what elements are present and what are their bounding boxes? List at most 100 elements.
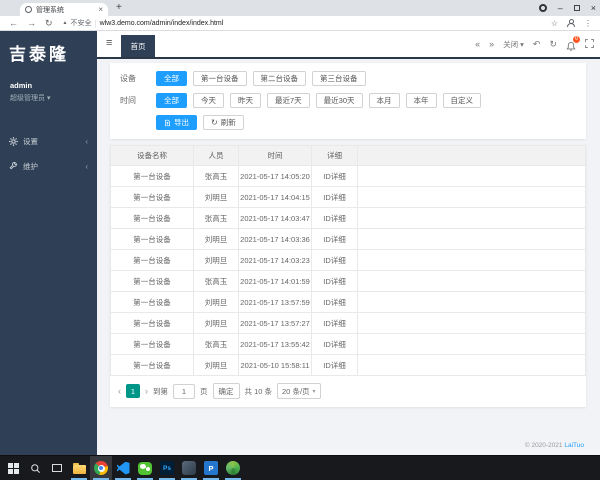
brand-link[interactable]: LaiTuo: [564, 442, 584, 449]
taskbar-search-button[interactable]: [24, 456, 46, 480]
url-field[interactable]: ▲ 不安全 | wlw3.demo.com/admin/index/index.…: [63, 18, 551, 28]
security-label: 不安全: [70, 20, 92, 27]
total-count-label: 共 10 条: [244, 386, 273, 396]
device-option-2[interactable]: 第二台设备: [252, 71, 306, 86]
cell-detail-link[interactable]: ID详细: [311, 291, 358, 313]
bookmark-star-icon[interactable]: ☆: [551, 19, 558, 28]
close-tabs-dropdown[interactable]: 关闭 ▾: [503, 39, 524, 50]
goto-confirm-button[interactable]: 确定: [212, 383, 240, 399]
admin-app-window: 吉泰隆 admin 超级管理员 ▾ 设置 ‹ 维护 ‹ ≡ 首页 « » 关闭 …: [0, 31, 600, 455]
goto-page-input[interactable]: 1: [173, 383, 195, 399]
taskbar-chrome[interactable]: [90, 456, 112, 480]
time-option-2[interactable]: 昨天: [230, 93, 261, 108]
window-minimize-button[interactable]: –: [558, 3, 563, 13]
taskbar-file-explorer[interactable]: [68, 456, 90, 480]
data-table-card: 设备名称 人员 时间 详细 第一台设备 张高玉 2021-05-17 14:05:2…: [110, 145, 586, 407]
time-option-4[interactable]: 最近30天: [315, 93, 363, 108]
page-prev-icon[interactable]: ‹: [118, 386, 121, 396]
cell-detail-link[interactable]: ID详细: [311, 228, 358, 250]
browser-reload-icon[interactable]: ↻: [45, 18, 53, 28]
sidebar-item-settings[interactable]: 设置 ‹: [0, 129, 97, 154]
cell-detail-link[interactable]: ID详细: [311, 312, 358, 334]
taskbar-wechat[interactable]: [134, 456, 156, 480]
browser-user-icon[interactable]: [567, 19, 575, 27]
cell-detail-link[interactable]: ID详细: [311, 207, 358, 229]
browser-tab[interactable]: 管理系统 ×: [20, 3, 108, 16]
tab-scroll-left-icon[interactable]: «: [475, 39, 480, 49]
wrench-icon: [9, 162, 17, 170]
goto-suffix-label: 页: [200, 386, 208, 396]
device-option-3[interactable]: 第三台设备: [312, 71, 366, 86]
app-logo: 吉泰隆: [9, 45, 69, 64]
copyright-text: © 2020-2021: [524, 442, 563, 449]
cell-detail-link[interactable]: ID详细: [311, 165, 358, 187]
browser-tab-strip: 管理系统 × + – ×: [0, 0, 600, 16]
device-option-1[interactable]: 第一台设备: [193, 71, 247, 86]
taskbar-app-dark[interactable]: [178, 456, 200, 480]
refresh-label: 刷新: [220, 118, 236, 127]
taskbar-app-p[interactable]: P: [200, 456, 222, 480]
table-row: 第一台设备 刘明旦 2021-05-17 13:57:59 ID详细: [110, 291, 586, 313]
cell-time: 2021-05-10 15:58:11: [238, 354, 312, 376]
page-next-icon[interactable]: ›: [145, 386, 148, 396]
taskbar-app-green[interactable]: [222, 456, 244, 480]
fullscreen-icon[interactable]: [585, 35, 594, 53]
new-tab-button[interactable]: +: [116, 2, 122, 13]
cell-device-name: 第一台设备: [110, 312, 194, 334]
cell-filler: [357, 228, 586, 250]
tab-home[interactable]: 首页: [121, 35, 155, 57]
tab-close-icon[interactable]: ×: [98, 5, 103, 14]
cell-person: 张高玉: [193, 270, 239, 292]
browser-back-icon[interactable]: ←: [9, 18, 18, 28]
browser-menu-icon[interactable]: ⋮: [584, 19, 592, 28]
start-button[interactable]: [2, 456, 24, 480]
refresh-button[interactable]: ↻ 刷新: [203, 115, 244, 130]
time-option-1[interactable]: 今天: [193, 93, 224, 108]
time-option-3[interactable]: 最近7天: [267, 93, 310, 108]
cell-person: 刘明旦: [193, 228, 239, 250]
browser-forward-icon[interactable]: →: [27, 18, 36, 28]
tab-scroll-right-icon[interactable]: »: [489, 39, 494, 49]
windows-taskbar: Ps P: [0, 455, 600, 480]
sidebar-item-maintenance[interactable]: 维护 ‹: [0, 154, 97, 179]
time-option-6[interactable]: 本年: [405, 93, 437, 108]
sidebar-menu: 设置 ‹ 维护 ‹: [0, 129, 97, 179]
cell-device-name: 第一台设备: [110, 270, 194, 292]
page-number-current[interactable]: 1: [126, 384, 140, 398]
username: admin: [10, 81, 33, 90]
cell-detail-link[interactable]: ID详细: [311, 270, 358, 292]
cell-device-name: 第一台设备: [110, 207, 194, 229]
notification-bell-icon[interactable]: 0: [566, 35, 580, 51]
screen: 管理系统 × + – × ← → ↻ ▲ 不安全 | wlw3.demo.com…: [0, 0, 600, 480]
taskbar-photoshop[interactable]: Ps: [156, 456, 178, 480]
green-app-icon: [226, 461, 240, 475]
time-option-0[interactable]: 全部: [156, 93, 187, 108]
browser-profile-icon[interactable]: [538, 4, 547, 12]
cell-filler: [357, 270, 586, 292]
cell-detail-link[interactable]: ID详细: [311, 354, 358, 376]
user-role-dropdown[interactable]: 超级管理员 ▾: [10, 93, 97, 103]
cell-time: 2021-05-17 14:03:36: [238, 228, 312, 250]
taskbar-vscode[interactable]: [112, 456, 134, 480]
favicon-globe-icon: [25, 6, 32, 13]
time-option-5[interactable]: 本月: [368, 93, 400, 108]
top-navbar: ≡ 首页 « » 关闭 ▾ ↶ ↻ 0: [97, 31, 600, 59]
window-close-button[interactable]: ×: [591, 3, 596, 13]
cell-person: 张高玉: [193, 165, 239, 187]
photoshop-icon: Ps: [160, 461, 174, 475]
page-refresh-icon[interactable]: ↻: [549, 39, 557, 49]
time-option-7[interactable]: 自定义: [442, 93, 482, 108]
table-row: 第一台设备 刘明旦 2021-05-17 14:03:23 ID详细: [110, 249, 586, 271]
cell-detail-link[interactable]: ID详细: [311, 333, 358, 355]
undo-icon[interactable]: ↶: [533, 39, 541, 49]
hamburger-menu-icon[interactable]: ≡: [106, 38, 112, 49]
task-view-button[interactable]: [46, 456, 68, 480]
device-option-0[interactable]: 全部: [156, 71, 187, 86]
cell-detail-link[interactable]: ID详细: [311, 186, 358, 208]
window-maximize-button[interactable]: [573, 5, 580, 11]
page-size-select[interactable]: 20 条/页 ▾: [277, 383, 321, 399]
export-button[interactable]: 导出: [156, 115, 197, 130]
browser-tab-title: 管理系统: [36, 6, 64, 14]
cell-detail-link[interactable]: ID详细: [311, 249, 358, 271]
chevron-left-icon: ‹: [85, 162, 88, 171]
